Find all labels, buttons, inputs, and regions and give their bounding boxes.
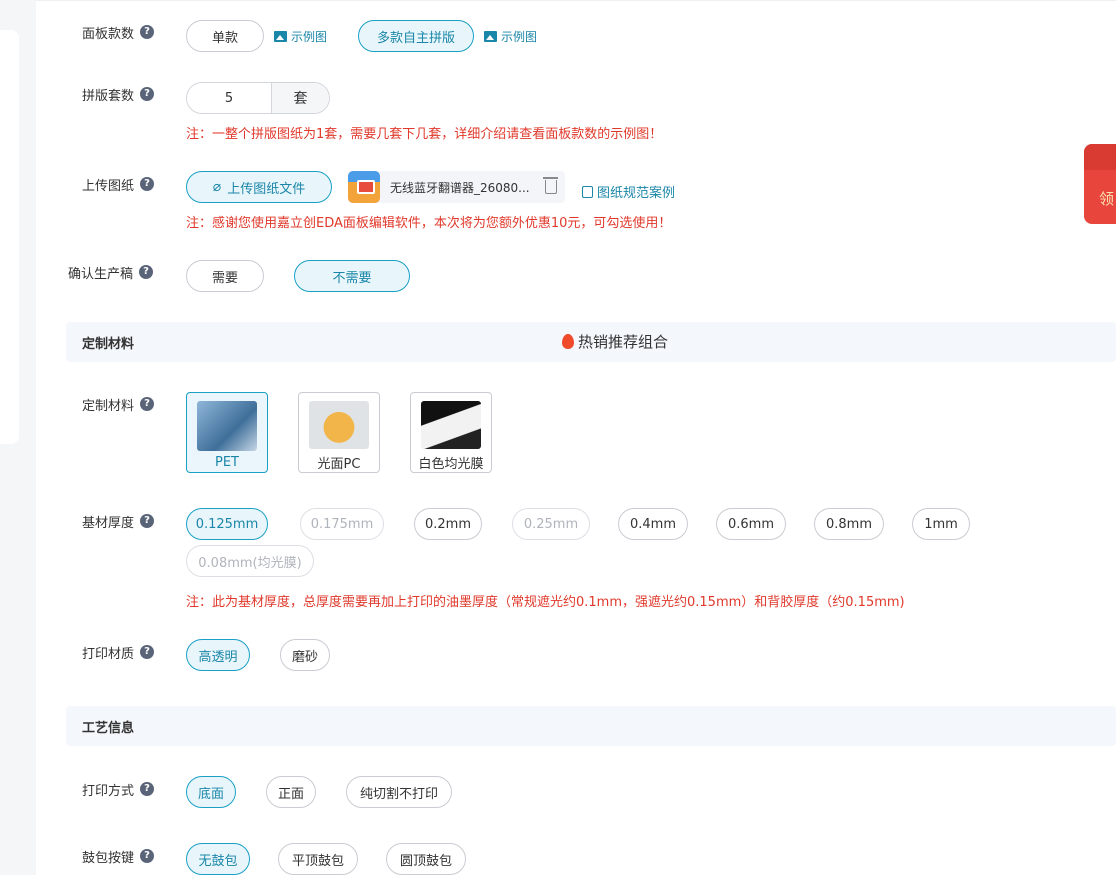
panel-count-input[interactable]: 5 xyxy=(187,83,271,113)
section-title: 定制材料 xyxy=(82,337,135,352)
option-confirm-yes[interactable]: 需要 xyxy=(186,260,264,292)
option-multi[interactable]: 多款自主拼版 xyxy=(358,20,474,52)
help-icon[interactable]: ? xyxy=(140,849,155,863)
delete-icon[interactable] xyxy=(543,177,558,194)
option-high-transparent[interactable]: 高透明 xyxy=(186,639,250,671)
left-panel xyxy=(0,30,19,444)
upload-button[interactable]: ⌀ 上传图纸文件 xyxy=(186,171,332,203)
option-no-emboss[interactable]: 无鼓包 xyxy=(186,843,250,875)
example-link-single[interactable]: 示例图 xyxy=(274,28,327,45)
option-flat-emboss[interactable]: 平顶鼓包 xyxy=(278,843,358,875)
section-title: 工艺信息 xyxy=(82,721,135,736)
file-name: 无线蓝牙翻谱器_26080... xyxy=(390,180,530,195)
image-icon xyxy=(484,31,497,42)
thickness-0175[interactable]: 0.175mm xyxy=(300,508,384,540)
option-front[interactable]: 正面 xyxy=(266,776,316,808)
thickness-label: 基材厚度? xyxy=(82,511,155,531)
option-cut-only[interactable]: 纯切割不打印 xyxy=(346,776,452,808)
help-icon[interactable]: ? xyxy=(140,782,155,796)
material-section-header: 定制材料 热销推荐组合 xyxy=(66,322,1116,362)
red-envelope-icon xyxy=(1084,144,1116,170)
thickness-04[interactable]: 0.4mm xyxy=(618,508,688,540)
thickness-0125[interactable]: 0.125mm xyxy=(186,508,268,540)
document-icon xyxy=(582,185,593,198)
hot-combo-link[interactable]: 热销推荐组合 xyxy=(562,331,668,352)
image-icon xyxy=(274,31,287,42)
film-thumbnail xyxy=(421,401,481,449)
help-icon[interactable]: ? xyxy=(140,87,155,101)
thickness-note: 注：此为基材厚度，总厚度需要再加上打印的油墨厚度（常规遮光约0.1mm，强遮光约… xyxy=(186,595,905,610)
archive-file-icon xyxy=(348,171,380,203)
panel-count-label: 拼版套数? xyxy=(82,84,155,104)
pc-thumbnail xyxy=(309,401,369,449)
option-single[interactable]: 单款 xyxy=(186,20,264,52)
panel-type-label: 面板款数? xyxy=(82,22,155,42)
flame-icon xyxy=(562,334,574,349)
print-method-label: 打印方式? xyxy=(82,779,155,799)
order-form: 面板款数? 单款 示例图 多款自主拼版 示例图 拼版套数? 5 套 注：一整个拼… xyxy=(36,0,1116,875)
paperclip-icon: ⌀ xyxy=(212,179,222,195)
option-bottom[interactable]: 底面 xyxy=(186,776,236,808)
example-link-multi[interactable]: 示例图 xyxy=(484,28,537,45)
thickness-08[interactable]: 0.8mm xyxy=(814,508,884,540)
help-icon[interactable]: ? xyxy=(140,645,155,659)
uploaded-file: 无线蓝牙翻谱器_26080... xyxy=(348,171,565,203)
material-option-pc[interactable]: 光面PC xyxy=(298,392,380,473)
help-icon[interactable]: ? xyxy=(140,177,155,191)
upload-note: 注：感谢您使用嘉立创EDA面板编辑软件，本次将为您额外优惠10元，可勾选使用！ xyxy=(186,216,672,231)
spec-link[interactable]: 图纸规范案例 xyxy=(582,182,675,201)
help-icon[interactable]: ? xyxy=(140,397,155,411)
help-icon[interactable]: ? xyxy=(139,265,154,279)
pet-thumbnail xyxy=(197,401,257,451)
thickness-008[interactable]: 0.08mm(均光膜) xyxy=(186,545,314,577)
confirm-label: 确认生产稿? xyxy=(68,262,154,282)
thickness-1[interactable]: 1mm xyxy=(912,508,970,540)
thickness-02[interactable]: 0.2mm xyxy=(414,508,482,540)
help-icon[interactable]: ? xyxy=(140,25,155,39)
panel-count-note: 注：一整个拼版图纸为1套，需要几套下几套，详细介绍请查看面板款数的示例图！ xyxy=(186,127,663,142)
panel-count-unit: 套 xyxy=(271,83,329,113)
coupon-widget[interactable]: 领 xyxy=(1084,144,1116,224)
emboss-label: 鼓包按键? xyxy=(82,846,155,866)
panel-count-stepper[interactable]: 5 套 xyxy=(186,82,330,114)
process-section-header: 工艺信息 xyxy=(66,706,1116,746)
help-icon[interactable]: ? xyxy=(140,514,155,528)
thickness-06[interactable]: 0.6mm xyxy=(716,508,786,540)
option-confirm-no[interactable]: 不需要 xyxy=(294,260,410,292)
option-dome-emboss[interactable]: 圆顶鼓包 xyxy=(386,843,466,875)
print-material-label: 打印材质? xyxy=(82,642,155,662)
upload-label: 上传图纸? xyxy=(82,174,155,194)
material-label: 定制材料? xyxy=(82,394,155,414)
material-option-matte-film[interactable]: 白色均光膜 xyxy=(410,392,492,473)
thickness-025[interactable]: 0.25mm xyxy=(512,508,590,540)
option-frosted[interactable]: 磨砂 xyxy=(280,639,330,671)
material-option-pet[interactable]: PET xyxy=(186,392,268,473)
